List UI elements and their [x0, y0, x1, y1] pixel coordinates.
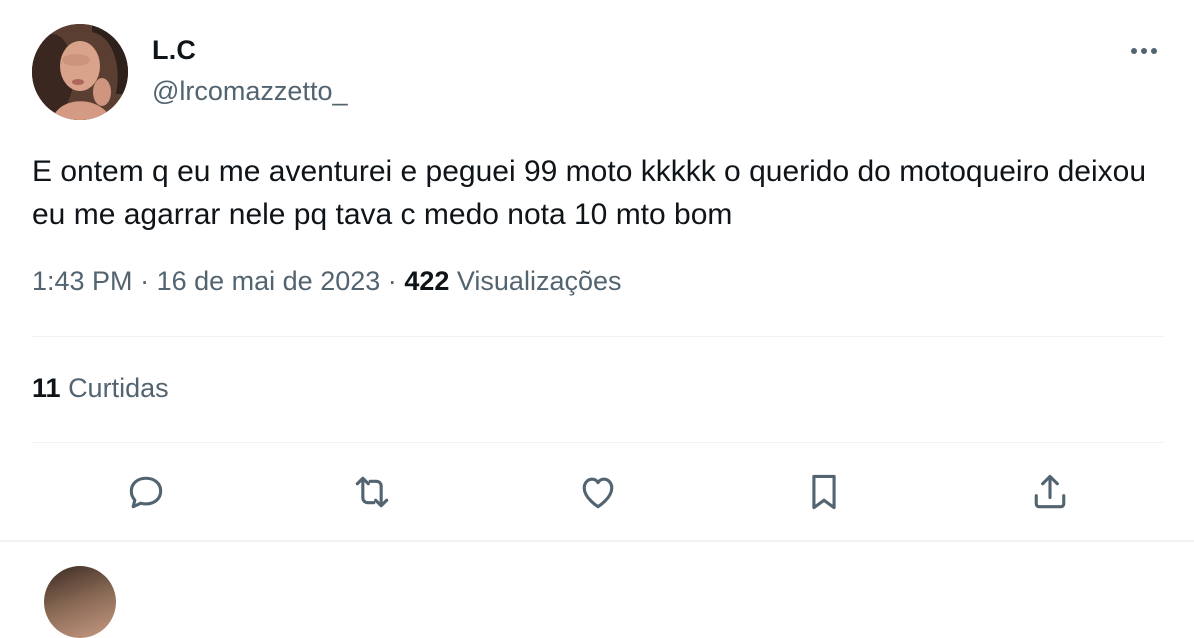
- divider: [32, 336, 1164, 337]
- tweet-text: E ontem q eu me aventurei e peguei 99 mo…: [32, 155, 1147, 231]
- author-name[interactable]: L.C: [152, 35, 196, 66]
- author-handle[interactable]: @lrcomazzetto_: [152, 76, 347, 107]
- likes-label: Curtidas: [68, 373, 169, 403]
- share-icon: [1034, 474, 1066, 509]
- divider: [0, 540, 1194, 542]
- tweet-detail: L.C @lrcomazzetto_ E ontem q eu me avent…: [0, 0, 1194, 638]
- likes-link[interactable]: 11 Curtidas: [32, 373, 169, 404]
- likes-count: 11: [32, 373, 61, 403]
- bookmark-button[interactable]: [802, 470, 846, 514]
- meta-separator: ·: [387, 266, 397, 296]
- reply-button[interactable]: [124, 470, 168, 514]
- views-count: 422: [404, 266, 450, 296]
- retweet-button[interactable]: [350, 470, 394, 514]
- avatar[interactable]: [32, 24, 128, 120]
- reply-avatar[interactable]: [44, 566, 116, 638]
- tweet-date[interactable]: 16 de mai de 2023: [157, 266, 381, 296]
- share-button[interactable]: [1028, 470, 1072, 514]
- avatar-photo: [32, 24, 128, 120]
- retweet-icon: [355, 476, 389, 508]
- divider: [32, 442, 1164, 443]
- meta-separator: ·: [140, 266, 150, 296]
- more-dots-icon: [1131, 48, 1157, 54]
- tweet-meta: 1:43 PM · 16 de mai de 2023 · 422 Visual…: [32, 266, 622, 297]
- bookmark-icon: [812, 474, 836, 510]
- tweet-time[interactable]: 1:43 PM: [32, 266, 133, 296]
- views-label: Visualizações: [456, 266, 622, 296]
- more-options-button[interactable]: [1124, 38, 1164, 62]
- action-bar: [0, 470, 1194, 514]
- heart-icon: [582, 477, 614, 509]
- reply-icon: [129, 476, 163, 509]
- like-button[interactable]: [576, 470, 620, 514]
